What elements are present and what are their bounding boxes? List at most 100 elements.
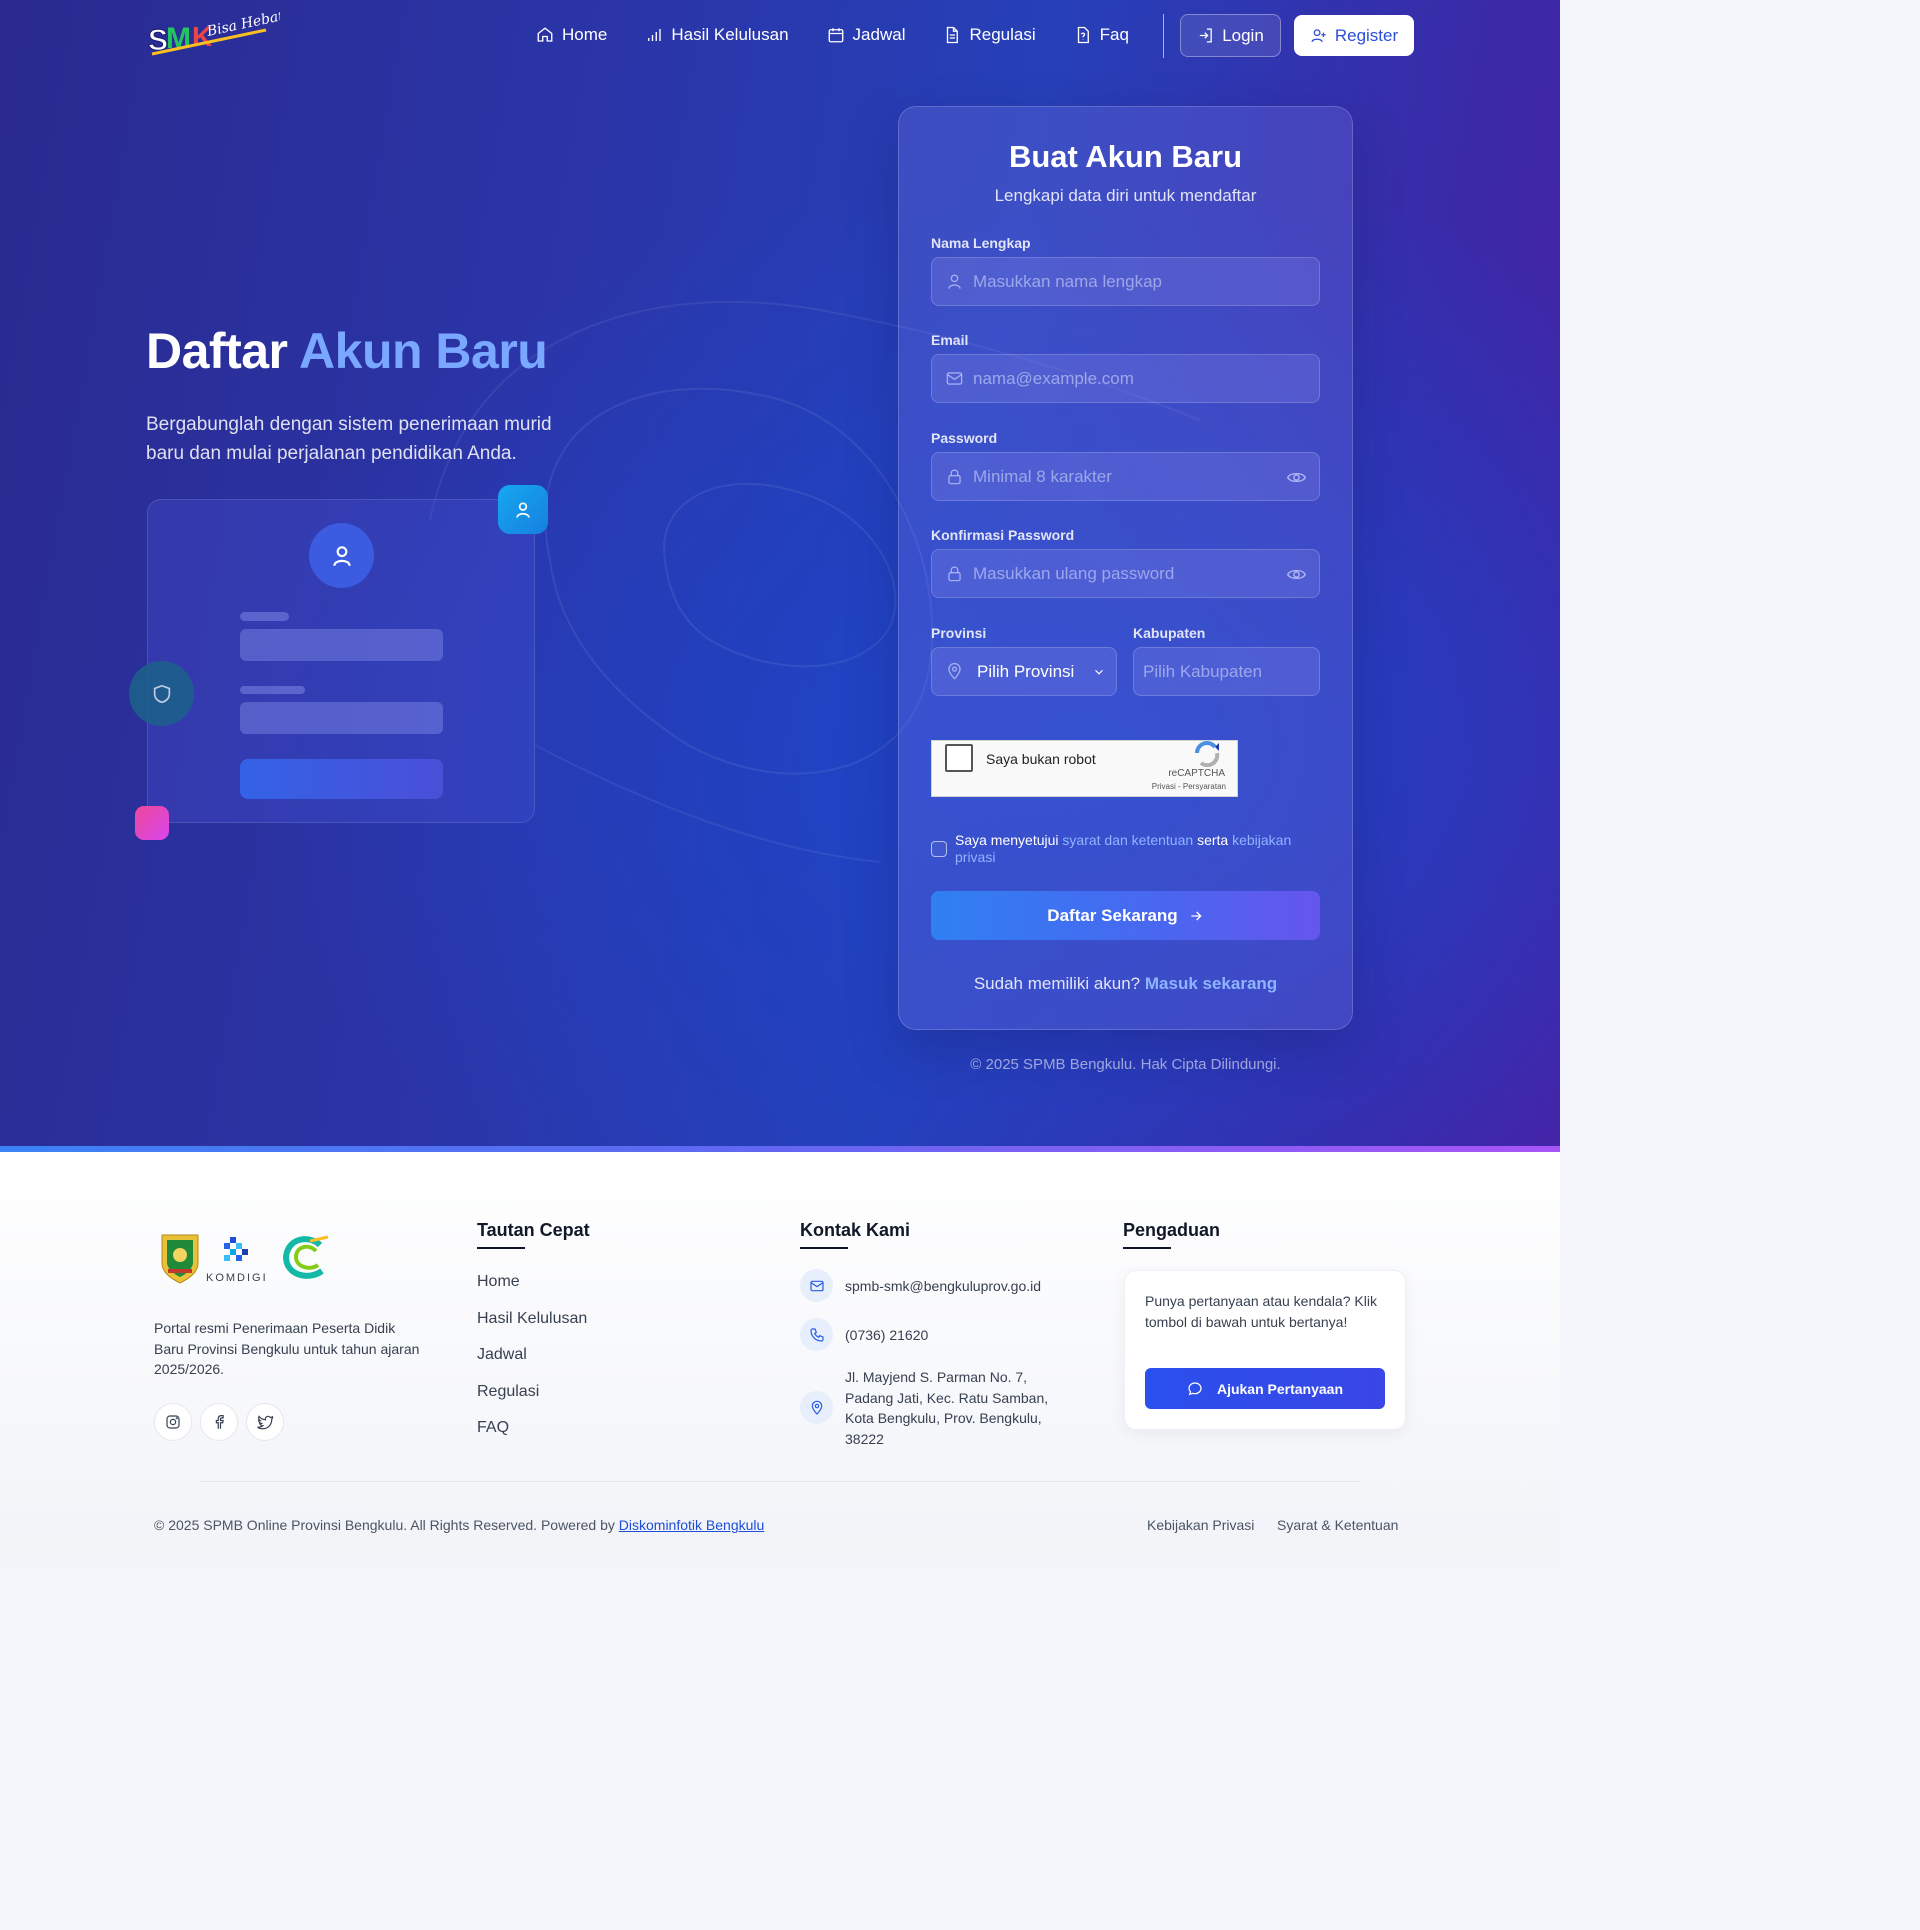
name-placeholder: Masukkan nama lengkap: [973, 271, 1163, 291]
email-label: Email: [931, 332, 969, 348]
nav-regulasi[interactable]: Regulasi: [943, 25, 1036, 45]
hero-description: Bergabunglah dengan sistem penerimaan mu…: [146, 414, 552, 464]
login-label: Login: [1222, 25, 1264, 45]
illustration-button: [240, 759, 443, 799]
lock-icon: [948, 566, 961, 582]
terms-conditions-link[interactable]: Syarat & Ketentuan: [1277, 1517, 1398, 1533]
terms-checkbox[interactable]: [931, 841, 947, 857]
form-copyright: © 2025 SPMB Bengkulu. Hak Cipta Dilindun…: [970, 1056, 1281, 1073]
recaptcha-links[interactable]: Privasi - Persyaratan: [1152, 782, 1226, 791]
recaptcha-label: Saya bukan robot: [986, 751, 1096, 767]
eye-icon[interactable]: [1286, 467, 1307, 488]
footer-link-hasil-kelulusan[interactable]: Hasil Kelulusan: [477, 1310, 587, 1328]
footer-divider: [200, 1481, 1360, 1482]
nav-jadwal-label: Jadwal: [852, 25, 906, 44]
nav-faq[interactable]: Faq: [1074, 25, 1129, 45]
illustration-field: [240, 629, 443, 661]
login-icon: [1200, 28, 1212, 43]
email-placeholder: nama@example.com: [973, 368, 1134, 388]
province-select[interactable]: Pilih Provinsi: [931, 647, 1117, 696]
confirm-password-input[interactable]: Masukkan ulang password: [931, 549, 1320, 598]
footer-copyright: © 2025 SPMB Online Provinsi Bengkulu. Al…: [154, 1517, 764, 1533]
footer-link-home[interactable]: Home: [477, 1273, 520, 1291]
login-button[interactable]: Login: [1180, 14, 1281, 57]
main-nav: Home Hasil Kelulusan Jadwal Regulasi Faq: [536, 14, 1167, 56]
confirm-password-placeholder: Masukkan ulang password: [973, 563, 1175, 583]
nav-hasil-kelulusan[interactable]: Hasil Kelulusan: [645, 25, 789, 45]
bengkulu-c-logo: [282, 1235, 329, 1279]
terms-link[interactable]: syarat dan ketentuan: [1062, 832, 1193, 848]
password-label: Password: [931, 430, 998, 446]
terms-text: Saya menyetujui syarat dan ketentuan ser…: [955, 832, 1325, 866]
register-label: Register: [1334, 25, 1399, 45]
submit-button[interactable]: Daftar Sekarang: [931, 891, 1320, 940]
recaptcha-logo-icon: [1195, 741, 1220, 767]
password-input[interactable]: Minimal 8 karakter: [931, 452, 1320, 501]
facebook-button[interactable]: [200, 1403, 238, 1441]
footer-link-regulasi[interactable]: Regulasi: [477, 1383, 539, 1401]
complaint-underline: [1123, 1247, 1171, 1249]
ask-question-label: Ajukan Pertanyaan: [1216, 1380, 1344, 1397]
phone-icon: [809, 1327, 824, 1342]
nav-jadwal[interactable]: Jadwal: [827, 25, 906, 45]
arrow-right-icon: [1191, 911, 1202, 920]
shield-icon: [153, 684, 170, 703]
name-input[interactable]: Masukkan nama lengkap: [931, 257, 1320, 306]
footer-partner-logos: KOMDIGI: [161, 1234, 329, 1284]
eye-icon[interactable]: [1286, 564, 1307, 585]
calendar-icon: [828, 28, 843, 43]
ask-question-button[interactable]: Ajukan Pertanyaan: [1145, 1368, 1385, 1409]
user-icon: [516, 502, 530, 518]
instagram-button[interactable]: [154, 1403, 192, 1441]
regency-label: Kabupaten: [1133, 625, 1206, 641]
contact-address-badge: [800, 1391, 833, 1424]
svg-text:KOMDIGI: KOMDIGI: [206, 1272, 268, 1284]
bar-chart-icon: [648, 29, 662, 41]
terms-prefix: Saya menyetujui: [955, 832, 1059, 848]
illustration-avatar: [309, 523, 374, 588]
komdigi-logo: KOMDIGI: [206, 1237, 268, 1284]
complaint-title: Pengaduan: [1123, 1220, 1221, 1240]
recaptcha-widget: Saya bukan robot reCAPTCHA Privasi - Per…: [931, 740, 1238, 797]
footer-link-faq[interactable]: FAQ: [477, 1419, 509, 1437]
nav-hasil-label: Hasil Kelulusan: [671, 25, 789, 44]
name-label: Nama Lengkap: [931, 235, 1031, 251]
diskominfotik-link[interactable]: Diskominfotik Bengkulu: [619, 1517, 765, 1533]
contact-email[interactable]: spmb-smk@bengkuluprov.go.id: [845, 1276, 1041, 1297]
facebook-icon: [215, 1415, 224, 1429]
twitter-icon: [257, 1415, 274, 1430]
quick-links-underline: [477, 1247, 525, 1249]
register-button[interactable]: Register: [1294, 15, 1414, 56]
contact-email-badge: [800, 1269, 833, 1302]
nav-home[interactable]: Home: [536, 25, 607, 45]
smk-logo[interactable]: S M K Bisa Hebat: [146, 12, 281, 60]
email-input[interactable]: nama@example.com: [931, 354, 1320, 403]
user-icon: [332, 545, 351, 566]
footer-link-jadwal[interactable]: Jadwal: [477, 1346, 527, 1364]
contact-phone[interactable]: (0736) 21620: [845, 1325, 928, 1346]
map-pin-icon: [948, 662, 961, 680]
regency-select[interactable]: Pilih Kabupaten: [1133, 647, 1320, 696]
illustration-field: [240, 702, 443, 734]
floating-decoration-square: [135, 806, 169, 840]
login-now-link[interactable]: Masuk sekarang: [1145, 974, 1277, 993]
have-account-text: Sudah memiliki akun? Masuk sekarang: [898, 974, 1353, 994]
document-icon: [947, 26, 959, 44]
map-pin-icon: [811, 1400, 822, 1415]
privacy-policy-link[interactable]: Kebijakan Privasi: [1147, 1517, 1254, 1533]
form-subtitle: Lengkapi data diri untuk mendaftar: [994, 186, 1257, 205]
floating-shield-badge: [129, 661, 194, 726]
illustration-line: [240, 612, 289, 621]
hero-title: Daftar Akun Baru: [146, 322, 548, 380]
chat-bubble-icon: [1188, 1381, 1202, 1395]
complaint-text: Punya pertanyaan atau kendala? Klik tomb…: [1145, 1293, 1377, 1330]
hero-title-part1: Daftar: [146, 323, 288, 379]
province-value: Pilih Provinsi: [977, 661, 1075, 681]
footer-copyright-text: © 2025 SPMB Online Provinsi Bengkulu. Al…: [154, 1517, 615, 1533]
recaptcha-checkbox[interactable]: [945, 744, 973, 772]
terms-mid: serta: [1197, 832, 1229, 848]
question-file-icon: [1077, 26, 1089, 44]
contact-phone-badge: [800, 1318, 833, 1351]
twitter-button[interactable]: [246, 1403, 284, 1441]
contact-underline: [800, 1247, 848, 1249]
